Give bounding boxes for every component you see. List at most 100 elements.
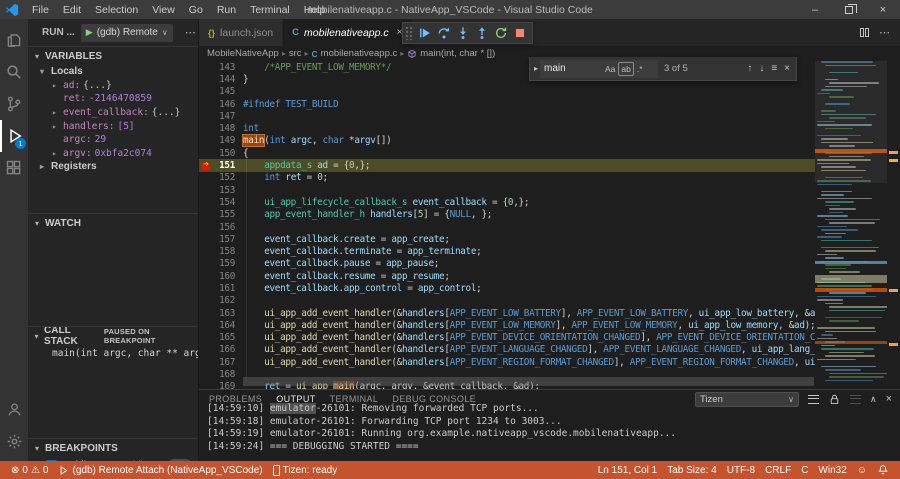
code-line[interactable]: 150{ — [199, 147, 815, 159]
code-line[interactable]: 167 ui_app_add_event_handler(&handlers[A… — [199, 356, 815, 368]
breadcrumb-item[interactable]: src — [289, 48, 302, 59]
call-stack-section-header[interactable]: ▾ CALL STACK PAUSED ON BREAKPOINT — [28, 327, 198, 345]
code-line[interactable]: 149main(int argc, char *argv[]) — [199, 135, 815, 147]
stop-button[interactable] — [511, 24, 528, 42]
breadcrumb-item[interactable]: main(int, char * []) — [420, 48, 495, 59]
code-line[interactable]: 160 event_callback.resume = app_resume; — [199, 270, 815, 282]
activity-extensions[interactable] — [0, 152, 28, 184]
variable-row[interactable]: ▸argv:0xbfa2c074 — [28, 147, 198, 161]
variable-row[interactable]: argc:29 — [28, 133, 198, 147]
horizontal-scrollbar[interactable] — [243, 377, 814, 386]
whole-word-icon[interactable]: ab — [618, 62, 633, 76]
activity-source-control[interactable] — [0, 88, 28, 120]
code-line[interactable]: 161 event_callback.app_control = app_con… — [199, 282, 815, 294]
activity-run-and-debug[interactable]: 1 — [0, 120, 28, 152]
code-editor[interactable]: 143 /*APP_EVENT_LOW_MEMORY*/144}145146#i… — [199, 61, 900, 389]
status-tab[interactable]: Tab Size: 4 — [662, 465, 721, 476]
more-actions-icon[interactable]: ⋯ — [185, 26, 196, 39]
variable-row[interactable]: ▸ad:{...} — [28, 79, 198, 93]
activity-search[interactable] — [0, 56, 28, 88]
menu-terminal[interactable]: Terminal — [243, 4, 297, 16]
notifications-bell-icon[interactable] — [872, 464, 894, 476]
close-window-button[interactable]: × — [866, 0, 900, 19]
step-into-button[interactable] — [454, 24, 471, 42]
step-out-button[interactable] — [473, 24, 490, 42]
find-in-selection-icon[interactable]: ≡ — [771, 63, 777, 74]
code-line[interactable]: 166 ui_app_add_event_handler(&handlers[A… — [199, 344, 815, 356]
minimize-button[interactable]: – — [798, 0, 832, 19]
stack-frame[interactable]: main(int argc, char ** argv) — [28, 345, 198, 359]
code-line[interactable]: 151➔ appdata_s ad = {0,}; — [199, 159, 815, 171]
find-next-icon[interactable]: ↓ — [759, 63, 764, 74]
tab-launch.json[interactable]: {}launch.json — [199, 19, 283, 46]
problems-status[interactable]: ⊗ 0 ⚠ 0 — [6, 465, 53, 476]
minimap[interactable] — [815, 61, 887, 389]
code-line[interactable]: 162 — [199, 295, 815, 307]
variable-row[interactable]: ▸event_callback:{...} — [28, 106, 198, 120]
menu-selection[interactable]: Selection — [88, 4, 145, 16]
output-log[interactable]: [14:59:10] emulator-26101: Removing forw… — [199, 403, 900, 461]
watch-section-header[interactable]: ▾ WATCH — [28, 214, 198, 232]
paused-breakpoint-icon[interactable]: ➔ — [201, 161, 212, 172]
match-case-icon[interactable]: Aa — [603, 63, 617, 75]
menu-file[interactable]: File — [25, 4, 56, 16]
code-line[interactable]: 154 ui_app_lifecycle_callback_s event_ca… — [199, 196, 815, 208]
breakpoints-section-header[interactable]: ▾ BREAKPOINTS — [28, 439, 198, 457]
menu-go[interactable]: Go — [182, 4, 210, 16]
variables-scope-registers[interactable]: ▸Registers — [28, 160, 198, 174]
status-c[interactable]: C — [796, 465, 813, 476]
variable-row[interactable]: ▸handlers:[5] — [28, 119, 198, 133]
activity-explorer[interactable] — [0, 24, 28, 56]
find-toggle-icon[interactable]: ▸ — [530, 57, 540, 80]
variable-row[interactable]: ret:-2146470859 — [28, 92, 198, 106]
code-line[interactable]: 159 event_callback.pause = app_pause; — [199, 258, 815, 270]
toolbar-drag-handle[interactable] — [405, 26, 412, 40]
status-ln[interactable]: Ln 151, Col 1 — [593, 465, 663, 476]
code-line[interactable]: 155 app_event_handler_h handlers[5] = {N… — [199, 209, 815, 221]
overview-ruler[interactable] — [887, 61, 900, 389]
menu-view[interactable]: View — [145, 4, 182, 16]
breadcrumb-item[interactable]: mobilenativeapp.c — [321, 48, 398, 59]
debug-config-status[interactable]: (gdb) Remote Attach (NativeApp_VSCode) — [53, 465, 267, 476]
regex-icon[interactable]: .* — [635, 63, 645, 75]
activity-account[interactable] — [0, 393, 28, 425]
find-input[interactable] — [544, 63, 602, 74]
tab-mobilenativeapp.c[interactable]: Cmobilenativeapp.c× — [283, 19, 412, 46]
status-win32[interactable]: Win32 — [813, 465, 851, 476]
clear-output-icon[interactable] — [850, 395, 861, 404]
code-line[interactable]: 163 ui_app_add_event_handler(&handlers[A… — [199, 307, 815, 319]
menu-edit[interactable]: Edit — [56, 4, 88, 16]
find-previous-icon[interactable]: ↑ — [747, 63, 752, 74]
split-editor-icon[interactable] — [860, 28, 869, 37]
close-find-icon[interactable]: × — [784, 63, 790, 74]
tizen-status[interactable]: Tizen: ready — [268, 465, 343, 476]
restore-button[interactable] — [832, 0, 866, 19]
step-over-button[interactable] — [435, 24, 452, 42]
start-debug-icon[interactable]: ▶ — [86, 27, 93, 38]
code-line[interactable]: 148int — [199, 122, 815, 134]
activity-settings[interactable] — [0, 425, 28, 457]
code-line[interactable]: 158 event_callback.terminate = app_termi… — [199, 245, 815, 257]
breadcrumb-item[interactable]: MobileNativeApp — [207, 48, 279, 59]
menu-run[interactable]: Run — [210, 4, 243, 16]
open-log-file-icon[interactable] — [808, 395, 819, 404]
status-utf-8[interactable]: UTF-8 — [722, 465, 760, 476]
code-line[interactable]: 153 — [199, 184, 815, 196]
code-line[interactable]: 147 — [199, 110, 815, 122]
editor-more-actions-icon[interactable]: ⋯ — [879, 26, 890, 39]
variables-scope-locals[interactable]: ▾Locals — [28, 65, 198, 79]
feedback-smiley-icon[interactable]: ☺ — [852, 465, 872, 476]
code-line[interactable]: 146#ifndef TEST_BUILD — [199, 98, 815, 110]
continue-button[interactable] — [416, 24, 433, 42]
code-line[interactable]: 145 — [199, 86, 815, 98]
code-line[interactable]: 152 int ret = 0; — [199, 172, 815, 184]
code-line[interactable]: 157 event_callback.create = app_create; — [199, 233, 815, 245]
launch-config-dropdown[interactable]: ▶ (gdb) Remote ∨ — [81, 24, 173, 42]
variables-section-header[interactable]: ▾ VARIABLES — [28, 47, 198, 65]
restart-button[interactable] — [492, 24, 509, 42]
menu-help[interactable]: Help — [297, 4, 333, 16]
code-line[interactable]: 165 ui_app_add_event_handler(&handlers[A… — [199, 332, 815, 344]
code-line[interactable]: 164 ui_app_add_event_handler(&handlers[A… — [199, 319, 815, 331]
status-crlf[interactable]: CRLF — [760, 465, 796, 476]
code-line[interactable]: 156 — [199, 221, 815, 233]
